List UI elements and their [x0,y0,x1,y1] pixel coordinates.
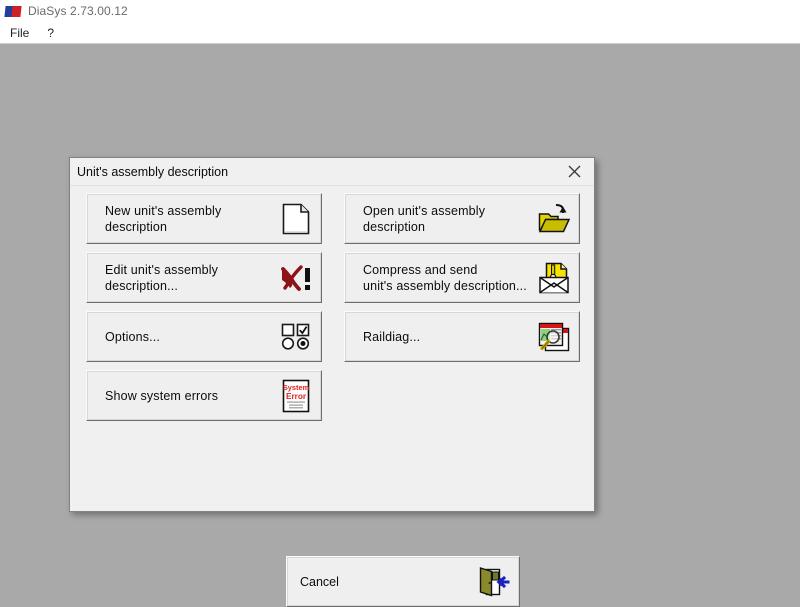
svg-text:System: System [283,383,310,392]
new-document-icon [279,202,313,236]
button-row: Edit unit's assembly description... [86,252,580,303]
button-row: New unit's assembly description Open uni… [86,193,580,244]
system-error-document-icon: System Error [279,379,313,413]
raildiag-window-icon [537,320,571,354]
row-spacer [344,370,580,421]
exit-door-icon [477,565,511,599]
button-label: Edit unit's assembly description... [105,262,218,294]
client-area: Unit's assembly description New unit's a… [0,44,800,604]
open-folder-icon [537,202,571,236]
raildiag-button[interactable]: Raildiag... [344,311,580,362]
cancel-button-label: Cancel [300,575,339,589]
menu-help[interactable]: ? [39,24,62,42]
open-unit-assembly-description-button[interactable]: Open unit's assembly description [344,193,580,244]
options-button[interactable]: Options... [86,311,322,362]
menu-file[interactable]: File [2,24,37,42]
button-label: Options... [105,329,160,345]
zipped-document-envelope-icon [537,261,571,295]
new-unit-assembly-description-button[interactable]: New unit's assembly description [86,193,322,244]
svg-text:Error: Error [286,392,307,401]
button-label: New unit's assembly description [105,203,221,235]
red-x-exclamation-icon [279,261,313,295]
unit-assembly-description-dialog: Unit's assembly description New unit's a… [69,157,595,512]
menubar: File ? [0,22,800,43]
show-system-errors-button[interactable]: Show system errors System Error [86,370,322,421]
flag-icon [5,6,21,17]
edit-unit-assembly-description-button[interactable]: Edit unit's assembly description... [86,252,322,303]
button-row: Show system errors System Error [86,370,580,421]
button-label: Show system errors [105,388,218,404]
application-window: DiaSys 2.73.00.12 File ? Unit's assembly… [0,0,800,604]
close-icon[interactable] [554,158,594,184]
button-label: Compress and send unit's assembly descri… [363,262,527,294]
checkbox-radio-icon [279,320,313,354]
compress-and-send-button[interactable]: Compress and send unit's assembly descri… [344,252,580,303]
dialog-button-grid: New unit's assembly description Open uni… [86,193,580,429]
button-row: Options... [86,311,580,362]
application-title: DiaSys 2.73.00.12 [28,4,128,18]
dialog-title: Unit's assembly description [70,165,228,179]
dialog-titlebar: Unit's assembly description [70,158,594,186]
cancel-row: Cancel [286,556,520,607]
button-label: Raildiag... [363,329,420,345]
cancel-button[interactable]: Cancel [286,556,520,607]
button-label: Open unit's assembly description [363,203,485,235]
window-titlebar: DiaSys 2.73.00.12 [0,0,800,22]
